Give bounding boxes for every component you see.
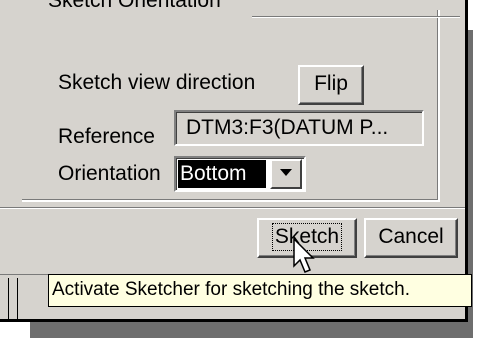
reference-field[interactable]: DTM3:F3(DATUM P... (174, 110, 424, 146)
cancel-button[interactable]: Cancel (364, 218, 458, 258)
orientation-label: Orientation (58, 162, 161, 185)
group-title: Sketch Orientation (44, 0, 225, 12)
pointer-cursor-icon (293, 238, 315, 273)
left-frame-strip (8, 278, 18, 322)
screenshot-stage: Sketch Orientation Sketch view direction… (0, 0, 483, 345)
flip-button[interactable]: Flip (298, 65, 364, 105)
orientation-dropdown-button[interactable] (270, 159, 302, 189)
button-row-separator (0, 207, 465, 209)
group-top-rule (252, 16, 460, 18)
reference-label: Reference (58, 125, 155, 148)
chevron-down-icon (280, 169, 292, 176)
sketch-view-direction-label: Sketch view direction (58, 71, 256, 94)
group-title-clip: Sketch Orientation (44, 0, 225, 21)
sketch-tooltip: Activate Sketcher for sketching the sket… (48, 274, 472, 307)
orientation-select[interactable]: Bottom (174, 156, 306, 192)
orientation-selected-value[interactable]: Bottom (178, 160, 266, 188)
